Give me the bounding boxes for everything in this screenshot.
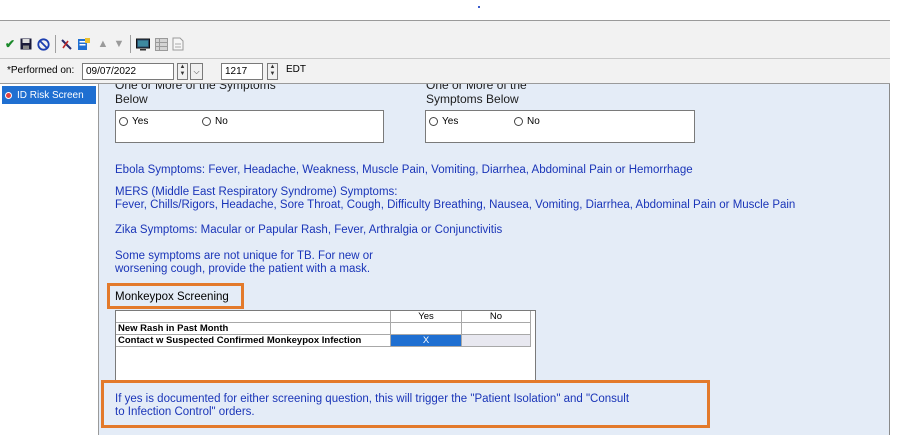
title-strip-mark [478, 6, 480, 8]
zika-symptoms-text: Zika Symptoms: Macular or Papular Rash, … [115, 224, 503, 236]
time-spinner[interactable]: ▲ ▼ [267, 63, 278, 80]
toolbar-separator [130, 35, 131, 53]
sidebar: ID Risk Screen [0, 84, 99, 435]
down-arrow-icon[interactable]: ▼ [112, 37, 126, 51]
mers-symptoms-text: Fever, Chills/Rigors, Headache, Sore Thr… [115, 199, 796, 211]
check-icon[interactable]: ✔ [3, 37, 17, 51]
question1-no-radio[interactable]: No [202, 116, 228, 127]
form-area: One or More of the Symptoms Below One or… [99, 84, 889, 435]
question1-yes-radio[interactable]: Yes [119, 116, 148, 127]
trigger-note-line2: to Infection Control" orders. [115, 406, 255, 418]
table-row: New Rash in Past Month [116, 322, 531, 335]
toolbar: ✔ ▲ ▼ [0, 20, 890, 58]
question2-yes-radio[interactable]: Yes [429, 116, 458, 127]
grid-header-no: No [461, 311, 531, 323]
grid-yes-cell-selected[interactable]: X [390, 334, 462, 347]
sidebar-item-label: ID Risk Screen [17, 89, 84, 101]
grid-question-cell: Contact w Suspected Confirmed Monkeypox … [116, 334, 391, 347]
grid-header-yes: Yes [390, 311, 462, 323]
monkeypox-table: Yes No New Rash in Past Month Contact w … [116, 311, 531, 347]
window-frame: ✔ ▲ ▼ *Performed on: 09/07/2022 ▲ ▼ ⌵ 12… [0, 0, 890, 435]
grid-yes-cell[interactable] [390, 322, 462, 335]
pen-icon[interactable] [60, 37, 74, 51]
tb-note-line2: worsening cough, provide the patient wit… [115, 263, 371, 275]
timezone-label: EDT [286, 64, 306, 75]
question2-line2: Symptoms Below [426, 92, 519, 106]
date-dropdown[interactable]: ⌵ [190, 63, 203, 80]
question1-radio-group: Yes No [115, 110, 384, 143]
ebola-symptoms-text: Ebola Symptoms: Fever, Headache, Weaknes… [115, 164, 693, 176]
up-arrow-icon[interactable]: ▲ [96, 37, 110, 51]
required-dot-icon [5, 91, 12, 99]
date-spinner[interactable]: ▲ ▼ [177, 63, 188, 80]
save-icon[interactable] [19, 37, 33, 51]
monkeypox-screening-label: Monkeypox Screening [115, 291, 229, 303]
question2-radio-group: Yes No [425, 110, 695, 143]
question1-line2: Below [115, 92, 148, 106]
cancel-icon[interactable] [36, 37, 50, 51]
form-icon[interactable] [77, 37, 91, 51]
performed-on-bar: *Performed on: 09/07/2022 ▲ ▼ ⌵ 1217 ▲ ▼ E… [0, 58, 890, 84]
title-strip [0, 0, 890, 20]
question2-no-radio[interactable]: No [514, 116, 540, 127]
document-icon[interactable] [171, 37, 185, 51]
time-field[interactable]: 1217 [221, 63, 263, 80]
monkeypox-grid: Yes No New Rash in Past Month Contact w … [115, 310, 536, 383]
date-field[interactable]: 09/07/2022 [82, 63, 174, 80]
sidebar-item-id-risk-screen[interactable]: ID Risk Screen [2, 86, 96, 104]
table-row: Contact w Suspected Confirmed Monkeypox … [116, 334, 531, 347]
toolbar-separator [55, 35, 56, 53]
grid-no-cell[interactable] [461, 334, 531, 347]
trigger-note-line1: If yes is documented for either screenin… [115, 393, 630, 405]
mers-title-text: MERS (Middle East Respiratory Syndrome) … [115, 186, 398, 198]
grid-icon[interactable] [154, 37, 168, 51]
tb-note-line1: Some symptoms are not unique for TB. For… [115, 250, 374, 262]
performed-on-label: *Performed on: [7, 65, 75, 76]
grid-no-cell[interactable] [461, 322, 531, 335]
grid-header-row: Yes No [116, 311, 531, 323]
grid-header-question [116, 311, 391, 323]
grid-question-cell: New Rash in Past Month [116, 322, 391, 335]
monitor-icon[interactable] [136, 37, 150, 51]
